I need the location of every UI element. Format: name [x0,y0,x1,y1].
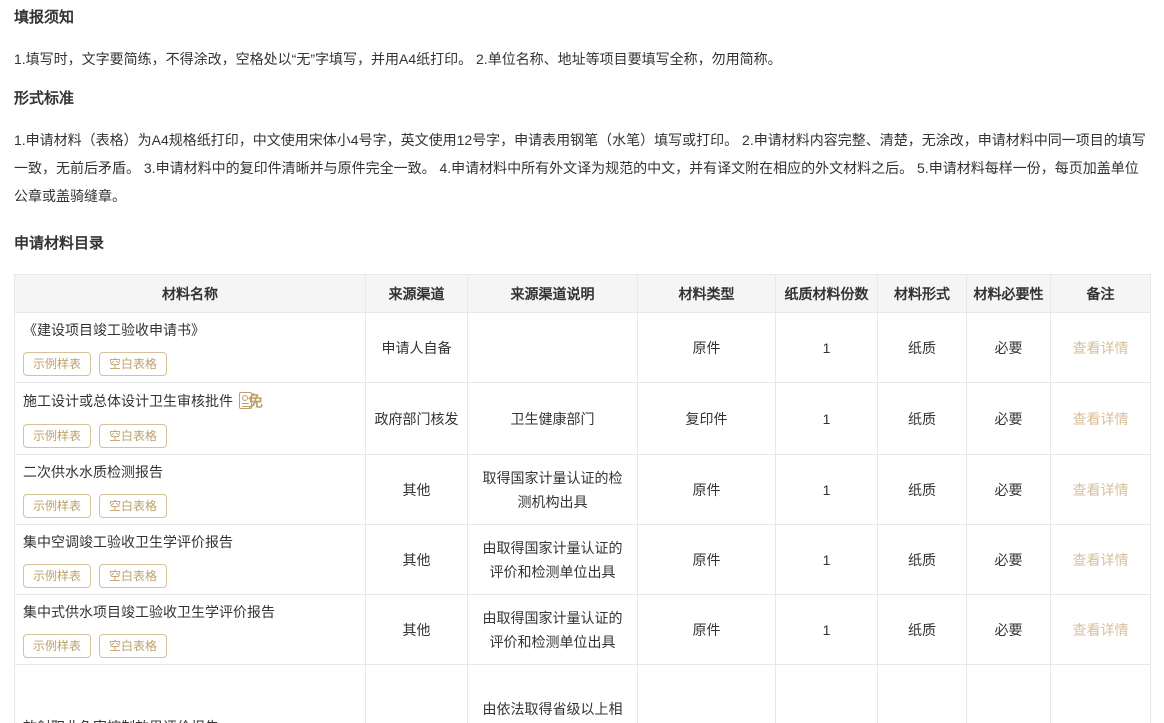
notice-body: 1.填写时，文字要简练，不得涂改，空格处以“无”字填写，并用A4纸打印。 2.单… [14,45,1150,73]
sample-form-button[interactable]: 示例样表 [23,424,91,448]
copies-cell: 1 [776,595,878,665]
type-cell: 原件 [638,525,776,595]
col-header-source-desc: 来源渠道说明 [468,275,638,313]
material-name: 集中式供水项目竣工验收卫生学评价报告 [23,602,275,622]
necessity-cell: 必要 [967,525,1051,595]
material-name: 施工设计或总体设计卫生审核批件 [23,391,233,411]
form-cell: 纸质 [878,525,967,595]
copies-cell: 1 [776,525,878,595]
type-cell: 原件 [638,665,776,723]
sample-form-button[interactable]: 示例样表 [23,494,91,518]
col-header-form: 材料形式 [878,275,967,313]
remarks-cell: 查看详情 [1051,595,1151,665]
remarks-cell: 查看详情 [1051,665,1151,723]
material-name: 二次供水水质检测报告 [23,462,163,482]
table-row: 二次供水水质检测报告 示例样表 空白表格 其他 取得国家计量认证的检测机构出具 … [15,455,1151,525]
necessity-cell: 必要 [967,455,1051,525]
necessity-cell: 必要 [967,383,1051,455]
col-header-copies: 纸质材料份数 [776,275,878,313]
material-name-cell: 集中式供水项目竣工验收卫生学评价报告 示例样表 空白表格 [15,595,366,665]
source-desc-cell: 由取得国家计量认证的评价和检测单位出具 [468,525,638,595]
type-cell: 原件 [638,313,776,383]
view-detail-link[interactable]: 查看详情 [1073,552,1129,568]
col-header-type: 材料类型 [638,275,776,313]
source-cell: 其他 [366,525,468,595]
form-cell: 纸质 [878,595,967,665]
form-cell: 纸质 [878,455,967,525]
source-cell: 其他 [366,665,468,723]
sample-form-button[interactable]: 示例样表 [23,564,91,588]
table-header-row: 材料名称 来源渠道 来源渠道说明 材料类型 纸质材料份数 材料形式 材料必要性 … [15,275,1151,313]
necessity-cell: 必要 [967,313,1051,383]
remarks-cell: 查看详情 [1051,525,1151,595]
type-cell: 复印件 [638,383,776,455]
necessity-cell: 必要 [967,595,1051,665]
form-cell: 纸质 [878,665,967,723]
page: 填报须知 1.填写时，文字要简练，不得涂改，空格处以“无”字填写，并用A4纸打印… [0,0,1164,723]
form-cell: 纸质 [878,313,967,383]
material-name-cell: 《建设项目竣工验收申请书》 示例样表 空白表格 [15,313,366,383]
material-name-cell: 放射职业危害控制效果评价报告 示例样表 空白表格 [15,665,366,723]
col-header-remarks: 备注 [1051,275,1151,313]
remarks-cell: 查看详情 [1051,313,1151,383]
type-cell: 原件 [638,455,776,525]
sample-form-button[interactable]: 示例样表 [23,352,91,376]
copies-cell: 1 [776,383,878,455]
format-standard-heading: 形式标准 [14,89,1150,109]
exempt-card-icon [239,392,252,409]
table-row: 《建设项目竣工验收申请书》 示例样表 空白表格 申请人自备 原件 1 纸质 必要… [15,313,1151,383]
source-desc-cell [468,313,638,383]
source-desc-cell: 取得国家计量认证的检测机构出具 [468,455,638,525]
material-name: 《建设项目竣工验收申请书》 [23,320,205,340]
material-name-cell: 二次供水水质检测报告 示例样表 空白表格 [15,455,366,525]
view-detail-link[interactable]: 查看详情 [1073,622,1129,638]
view-detail-link[interactable]: 查看详情 [1073,340,1129,356]
source-cell: 政府部门核发 [366,383,468,455]
blank-form-button[interactable]: 空白表格 [99,564,167,588]
source-desc-cell: 由取得国家计量认证的评价和检测单位出具 [468,595,638,665]
table-row: 集中式供水项目竣工验收卫生学评价报告 示例样表 空白表格 其他 由取得国家计量认… [15,595,1151,665]
view-detail-link[interactable]: 查看详情 [1073,482,1129,498]
notice-heading: 填报须知 [14,8,1150,28]
remarks-cell: 查看详情 [1051,383,1151,455]
table-row: 施工设计或总体设计卫生审核批件 免 示例样表 空白表格 政府部门核发 卫生健康部… [15,383,1151,455]
sample-form-button[interactable]: 示例样表 [23,634,91,658]
col-header-source: 来源渠道 [366,275,468,313]
blank-form-button[interactable]: 空白表格 [99,424,167,448]
blank-form-button[interactable]: 空白表格 [99,494,167,518]
form-cell: 纸质 [878,383,967,455]
necessity-cell: 必要 [967,665,1051,723]
blank-form-button[interactable]: 空白表格 [99,634,167,658]
material-name-cell: 施工设计或总体设计卫生审核批件 免 示例样表 空白表格 [15,383,366,455]
materials-table: 材料名称 来源渠道 来源渠道说明 材料类型 纸质材料份数 材料形式 材料必要性 … [14,274,1151,723]
copies-cell: 1 [776,313,878,383]
type-cell: 原件 [638,595,776,665]
material-name: 放射职业危害控制效果评价报告 [23,717,219,723]
view-detail-link[interactable]: 查看详情 [1073,411,1129,427]
format-standard-body: 1.申请材料（表格）为A4规格纸打印，中文使用宋体小4号字，英文使用12号字，申… [14,126,1150,210]
source-desc-cell: 由依法取得省级以上相关行政部门资质认证的职业卫生技术服务机构出具 [468,665,638,723]
table-row: 放射职业危害控制效果评价报告 示例样表 空白表格 其他 由依法取得省级以上相关行… [15,665,1151,723]
table-row: 集中空调竣工验收卫生学评价报告 示例样表 空白表格 其他 由取得国家计量认证的评… [15,525,1151,595]
copies-cell: 1 [776,455,878,525]
catalog-heading: 申请材料目录 [14,234,1150,254]
col-header-material-name: 材料名称 [15,275,366,313]
source-desc-cell: 卫生健康部门 [468,383,638,455]
material-name: 集中空调竣工验收卫生学评价报告 [23,532,233,552]
copies-cell: 1 [776,665,878,723]
source-cell: 其他 [366,455,468,525]
exempt-icon: 免 [239,389,263,412]
source-cell: 其他 [366,595,468,665]
source-cell: 申请人自备 [366,313,468,383]
col-header-necessity: 材料必要性 [967,275,1051,313]
blank-form-button[interactable]: 空白表格 [99,352,167,376]
material-name-cell: 集中空调竣工验收卫生学评价报告 示例样表 空白表格 [15,525,366,595]
remarks-cell: 查看详情 [1051,455,1151,525]
